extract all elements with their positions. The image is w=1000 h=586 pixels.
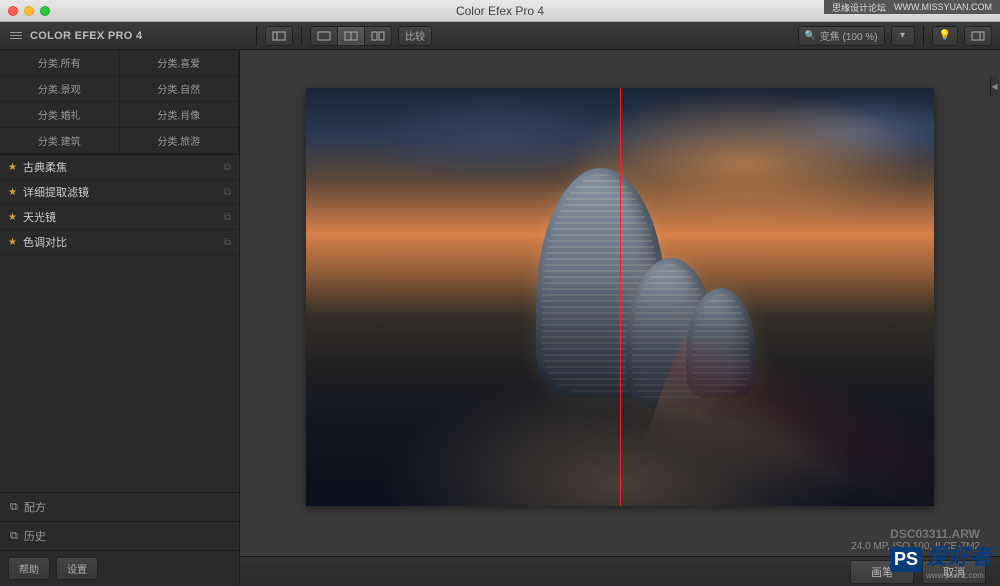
history-icon: ⧉: [10, 530, 18, 543]
watermark-top: 思缘设计论坛 WWW.MISSYUAN.COM: [824, 0, 1000, 14]
copy-icon[interactable]: ⧉: [224, 212, 231, 223]
view-mode-group: [310, 26, 392, 46]
view-single-button[interactable]: [310, 26, 338, 46]
building-shape: [626, 258, 716, 408]
single-view-icon: [317, 31, 331, 41]
left-sidebar: 分类.所有 分类.喜爱 分类.景观 分类.自然 分类.婚礼 分类.肖像 分类.建…: [0, 50, 240, 586]
image-info: DSC03311.ARW 24.0 MP, ISO 100, ILCE-7M2: [240, 523, 1000, 556]
copy-icon[interactable]: ⧉: [224, 237, 231, 248]
category-architecture[interactable]: 分类.建筑: [0, 128, 120, 154]
category-travel[interactable]: 分类.旅游: [120, 128, 240, 154]
image-metadata: 24.0 MP, ISO 100, ILCE-7M2: [260, 541, 980, 552]
lightbulb-button[interactable]: 💡: [932, 26, 958, 46]
filter-item[interactable]: ★ 详细提取滤镜 ⧉: [0, 180, 239, 205]
category-grid: 分类.所有 分类.喜爱 分类.景观 分类.自然 分类.婚礼 分类.肖像 分类.建…: [0, 50, 239, 155]
watermark-url: WWW.MISSYUAN.COM: [894, 2, 992, 12]
view-split-button[interactable]: [337, 26, 365, 46]
collapse-right-button[interactable]: [964, 26, 992, 46]
expand-right-panel-button[interactable]: ◀: [990, 76, 998, 96]
filter-item[interactable]: ★ 色调对比 ⧉: [0, 230, 239, 255]
filter-item[interactable]: ★ 古典柔焦 ⧉: [0, 155, 239, 180]
image-filename: DSC03311.ARW: [260, 527, 980, 541]
main-toolbar: COLOR EFEX PRO 4 比较 变焦 (100 %) ▾ 💡: [0, 22, 1000, 50]
panel-left-icon: [272, 31, 286, 41]
zoom-dropdown-button[interactable]: ▾: [891, 26, 915, 46]
canvas-area: ◀: [240, 50, 1000, 523]
star-icon: ★: [8, 162, 17, 173]
zoom-control[interactable]: 变焦 (100 %): [798, 26, 885, 46]
filter-label: 天光镜: [23, 209, 56, 225]
building-shape: [686, 288, 756, 398]
preview-image[interactable]: [306, 88, 934, 506]
history-label: 历史: [24, 528, 46, 544]
building-shape: [536, 168, 666, 398]
category-landscape[interactable]: 分类.景观: [0, 76, 120, 102]
compare-button[interactable]: 比较: [398, 26, 432, 46]
search-icon: [805, 30, 816, 41]
watermark-bottom: PS 爱好者 www.psahz.com: [890, 539, 992, 580]
center-panel: ◀ DSC03311.ARW 24.0 MP, ISO 100, ILCE-7M…: [240, 50, 1000, 586]
watermark-forum: 思缘设计论坛: [832, 1, 886, 14]
road-lights: [621, 338, 934, 505]
app-title: COLOR EFEX PRO 4: [30, 30, 142, 42]
watermark-sub: www.psahz.com: [926, 571, 992, 580]
split-slider[interactable]: [620, 88, 621, 506]
filter-list: ★ 古典柔焦 ⧉ ★ 详细提取滤镜 ⧉ ★ 天光镜 ⧉ ★ 色调对比 ⧉: [0, 155, 239, 255]
watermark-text: 爱好者: [926, 539, 992, 571]
settings-button[interactable]: 设置: [56, 557, 98, 580]
filter-label: 色调对比: [23, 234, 67, 250]
category-wedding[interactable]: 分类.婚礼: [0, 102, 120, 128]
watermark-badge: PS: [890, 547, 922, 572]
category-favorite[interactable]: 分类.喜爱: [120, 50, 240, 76]
recipe-label: 配方: [24, 499, 46, 515]
history-section[interactable]: ⧉ 历史: [0, 521, 239, 550]
copy-icon[interactable]: ⧉: [224, 187, 231, 198]
view-side-button[interactable]: [364, 26, 392, 46]
star-icon: ★: [8, 187, 17, 198]
star-icon: ★: [8, 212, 17, 223]
recipe-icon: ⧉: [10, 501, 18, 514]
category-nature[interactable]: 分类.自然: [120, 76, 240, 102]
collapse-left-button[interactable]: [265, 26, 293, 46]
bottom-action-bar: 画笔 取消: [240, 556, 1000, 586]
category-all[interactable]: 分类.所有: [0, 50, 120, 76]
copy-icon[interactable]: ⧉: [224, 162, 231, 173]
help-button[interactable]: 帮助: [8, 557, 50, 580]
zoom-label: 变焦 (100 %): [820, 28, 878, 43]
filter-label: 古典柔焦: [23, 159, 67, 175]
menu-icon[interactable]: [8, 30, 24, 41]
recipe-section[interactable]: ⧉ 配方: [0, 492, 239, 521]
panel-right-icon: [971, 31, 985, 41]
filter-item[interactable]: ★ 天光镜 ⧉: [0, 205, 239, 230]
category-portrait[interactable]: 分类.肖像: [120, 102, 240, 128]
filter-label: 详细提取滤镜: [23, 184, 89, 200]
split-view-icon: [344, 31, 358, 41]
side-view-icon: [371, 31, 385, 41]
star-icon: ★: [8, 237, 17, 248]
